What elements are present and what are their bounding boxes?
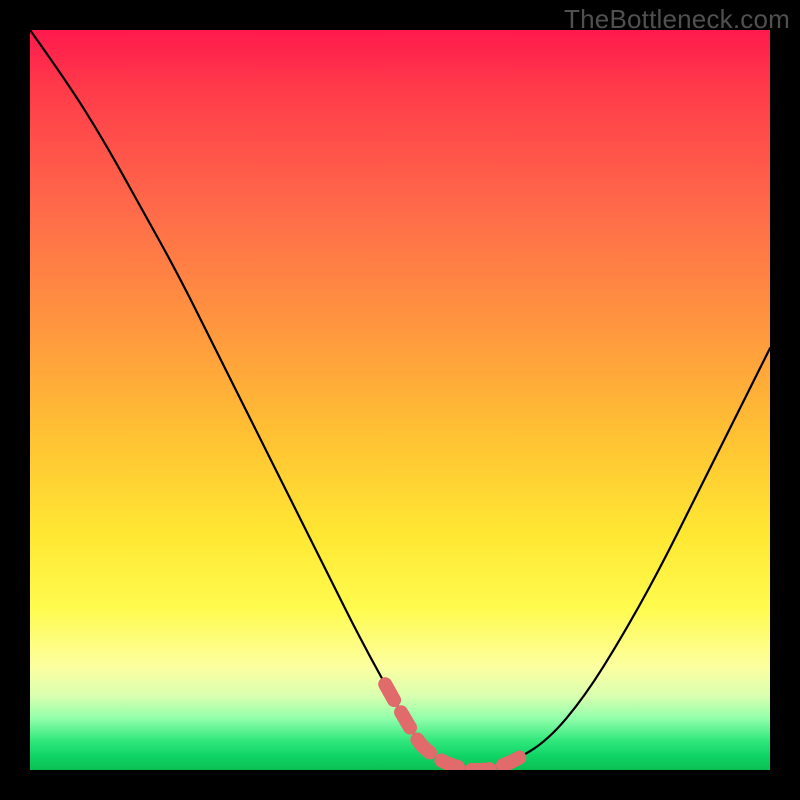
plot-area (30, 30, 770, 770)
bottleneck-curve (30, 30, 770, 770)
optimal-range-dashes (385, 684, 526, 770)
chart-frame: TheBottleneck.com (0, 0, 800, 800)
curve-layer (30, 30, 770, 770)
watermark-text: TheBottleneck.com (564, 4, 790, 35)
